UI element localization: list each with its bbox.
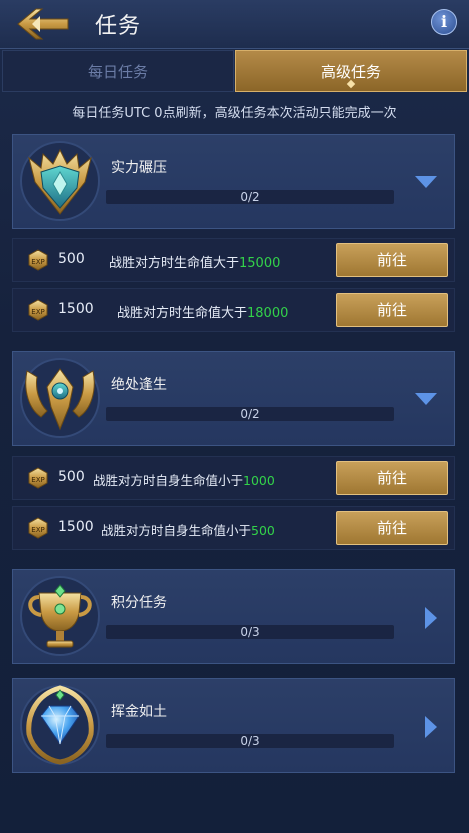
go-button[interactable]: 前往 — [336, 461, 448, 495]
back-button[interactable] — [16, 6, 72, 42]
refresh-notice: 每日任务UTC 0点刷新，高级任务本次活动只能完成一次 — [72, 106, 397, 121]
active-tab-indicator — [346, 79, 356, 89]
task-row: EXP 500 战胜对方时生命值大于15000 前往 — [12, 238, 455, 282]
task-description: 战胜对方时自身生命值小于1000 — [93, 470, 275, 489]
exp-label: EXP — [31, 526, 44, 534]
task-desc-text: 战胜对方时生命值大于 — [117, 306, 248, 321]
go-button[interactable]: 前往 — [336, 511, 448, 545]
task-threshold: 500 — [251, 523, 275, 538]
task-group-card[interactable]: 积分任务 0/3 — [12, 569, 455, 664]
page-title: 任务 — [95, 14, 142, 39]
progress-bar: 0/3 — [106, 734, 394, 748]
top-bar: 任务 i — [0, 0, 469, 49]
task-desc-text: 战胜对方时生命值大于 — [109, 256, 240, 271]
horned-crest-emblem-icon — [20, 358, 100, 438]
exp-icon: EXP — [28, 517, 48, 539]
tab-advanced-tasks[interactable]: 高级任务 — [235, 50, 467, 92]
task-row: EXP 500 战胜对方时自身生命值小于1000 前往 — [12, 456, 455, 500]
task-group-card[interactable]: 实力碾压 0/2 — [12, 134, 455, 229]
exp-icon: EXP — [28, 467, 48, 489]
chevron-right-icon[interactable] — [424, 715, 438, 739]
task-desc-text: 战胜对方时自身生命值小于 — [93, 473, 244, 488]
go-button[interactable]: 前往 — [336, 243, 448, 277]
chevron-right-icon[interactable] — [424, 606, 438, 630]
progress-bar: 0/2 — [106, 190, 394, 204]
shield-emblem-icon — [20, 141, 100, 221]
chevron-down-icon[interactable] — [414, 175, 438, 189]
task-group-name: 绝处逢生 — [111, 377, 167, 393]
exp-label: EXP — [31, 476, 44, 484]
info-icon: i — [440, 12, 448, 31]
task-group-card[interactable]: 绝处逢生 0/2 — [12, 351, 455, 446]
task-desc-text: 战胜对方时自身生命值小于 — [101, 523, 252, 538]
tab-advanced-label: 高级任务 — [320, 63, 381, 81]
task-description: 战胜对方时自身生命值小于500 — [101, 520, 275, 539]
task-description: 战胜对方时生命值大于15000 — [109, 252, 280, 271]
task-threshold: 18000 — [247, 306, 289, 321]
exp-icon: EXP — [28, 299, 48, 321]
progress-text: 0/3 — [240, 734, 260, 748]
progress-bar: 0/3 — [106, 625, 394, 639]
tab-daily-tasks[interactable]: 每日任务 — [2, 50, 234, 92]
tab-bar: 每日任务 高级任务 — [2, 50, 467, 92]
progress-text: 0/2 — [240, 407, 260, 421]
task-group-name: 积分任务 — [111, 595, 167, 611]
task-points: 1500 — [58, 519, 94, 535]
exp-label: EXP — [31, 258, 44, 266]
progress-text: 0/2 — [240, 190, 260, 204]
task-points: 500 — [58, 251, 85, 267]
task-group-name: 实力碾压 — [111, 160, 167, 176]
task-threshold: 1000 — [243, 473, 275, 488]
exp-label: EXP — [31, 308, 44, 316]
task-row: EXP 1500 战胜对方时生命值大于18000 前往 — [12, 288, 455, 332]
info-button[interactable]: i — [431, 9, 457, 35]
back-arrow-icon — [17, 8, 69, 40]
progress-bar: 0/2 — [106, 407, 394, 421]
task-points: 500 — [58, 469, 85, 485]
task-points: 1500 — [58, 301, 94, 317]
exp-icon: EXP — [28, 249, 48, 271]
trophy-icon — [20, 576, 100, 656]
go-button[interactable]: 前往 — [336, 293, 448, 327]
diamond-icon — [20, 685, 100, 765]
progress-text: 0/3 — [240, 625, 260, 639]
task-group-card[interactable]: 挥金如土 0/3 — [12, 678, 455, 773]
chevron-down-icon[interactable] — [414, 392, 438, 406]
task-description: 战胜对方时生命值大于18000 — [117, 302, 288, 321]
task-group-name: 挥金如土 — [111, 704, 167, 720]
task-threshold: 15000 — [239, 256, 281, 271]
task-row: EXP 1500 战胜对方时自身生命值小于500 前往 — [12, 506, 455, 550]
